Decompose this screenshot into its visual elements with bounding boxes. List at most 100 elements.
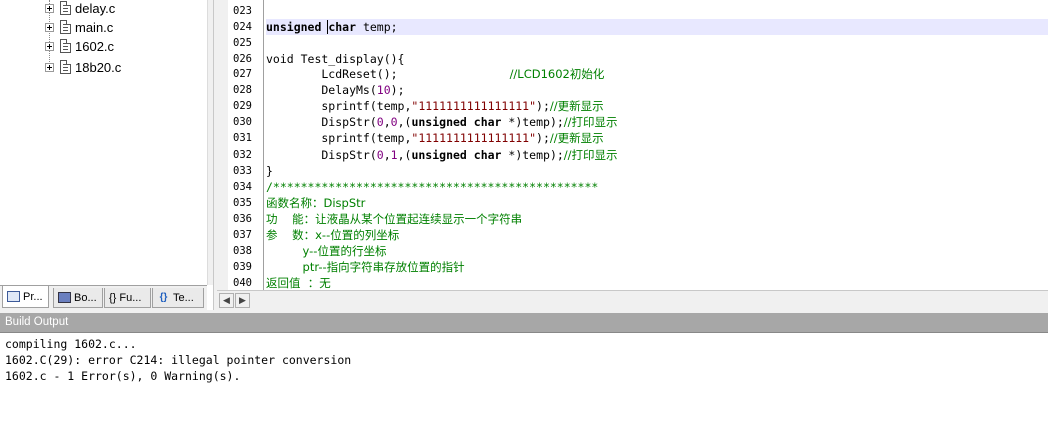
code-line-28: DelayMs(10); [266, 82, 1048, 98]
tab-label: Bo... [74, 291, 97, 304]
code-text: DispStr( [266, 148, 377, 162]
code-text: temp; [356, 20, 398, 34]
tab-label: Pr... [23, 290, 43, 303]
line-number: 024 [233, 21, 252, 33]
expand-plus-icon[interactable] [45, 62, 54, 72]
string-literal: "1111111111111111" [411, 99, 537, 113]
build-output-line: 1602.c - 1 Error(s), 0 Warning(s). [5, 369, 241, 383]
code-text: ); [390, 83, 405, 97]
build-output-line: compiling 1602.c... [5, 337, 137, 351]
code-comment: 参 数：x--位置的列坐标 [266, 228, 400, 242]
code-editor[interactable]: 023 024 025 026 027 028 029 030 031 032 033 034 035 0… [217, 0, 1048, 290]
number-literal: 10 [376, 83, 391, 97]
tree-item-label: delay.c [75, 0, 116, 16]
line-number: 038 [233, 245, 252, 257]
line-number: 037 [233, 229, 252, 241]
tab-books[interactable]: Bo... [53, 288, 103, 308]
code-text: DispStr( [266, 115, 377, 129]
line-number: 023 [233, 5, 252, 17]
code-comment: /***************************************… [266, 180, 599, 194]
code-line-33: } [266, 163, 1048, 179]
tab-label: {} Fu... [109, 291, 142, 304]
code-area[interactable]: unsigned char temp; void Test_display(){… [266, 0, 1048, 290]
code-comment: //LCD1602初始化 [509, 67, 605, 81]
number-literal: 0 [376, 148, 384, 162]
code-line-31: sprintf(temp,"1111111111111111");//更新显示 [266, 130, 1048, 146]
number-literal: 0 [390, 115, 398, 129]
code-text: void Test_display(){ [266, 52, 405, 66]
code-comment: ptr--指向字符串存放位置的指针 [266, 260, 465, 274]
string-literal: "1111111111111111" [411, 131, 537, 145]
line-number: 025 [233, 37, 252, 49]
line-number: 029 [233, 100, 252, 112]
tree-item-18b20-c[interactable]: 18b20.c [45, 59, 121, 75]
code-comment: 返回值 ：无 [266, 276, 331, 290]
c-file-icon [60, 1, 71, 15]
line-number: 039 [233, 261, 252, 273]
code-line-24: unsigned char temp; [266, 19, 1048, 36]
code-text: sprintf(temp, [266, 131, 412, 145]
expand-plus-icon[interactable] [45, 22, 54, 32]
line-number: 040 [233, 277, 252, 289]
code-line-39: ptr--指向字符串存放位置的指针 [266, 259, 1048, 275]
code-line-30: DispStr(0,0,(unsigned char *)temp);//打印显… [266, 115, 618, 129]
line-number: 027 [233, 68, 252, 80]
editor-horizontal-scrollbar[interactable]: ◀ ▶ [217, 290, 1048, 310]
line-number: 028 [233, 84, 252, 96]
expand-plus-icon[interactable] [45, 41, 54, 51]
project-window: delay.c main.c 1602.c 18b20.c Pr... Bo..… [0, 0, 213, 310]
number-literal: 1 [390, 148, 398, 162]
tree-item-main-c[interactable]: main.c [45, 19, 113, 35]
tab-functions[interactable]: {} Fu... [104, 288, 151, 308]
code-comment: //更新显示 [549, 99, 604, 113]
scroll-left-icon[interactable]: ◀ [219, 293, 234, 308]
code-text: ); [536, 131, 550, 145]
tab-templates[interactable]: {} Te... [152, 288, 204, 308]
project-window-tabs: Pr... Bo... {} Fu... {} Te... [0, 285, 207, 310]
code-comment: 功 能：让液晶从某个位置起连续显示一个字符串 [266, 212, 523, 226]
code-line-32: DispStr(0,1,(unsigned char *)temp);//打印显… [266, 148, 618, 162]
tree-item-delay-c[interactable]: delay.c [45, 0, 115, 16]
code-line-37: 参 数：x--位置的列坐标 [266, 227, 1048, 243]
build-output-title: Build Output [0, 313, 1048, 332]
code-text: *)temp); [501, 148, 564, 162]
project-icon [7, 291, 20, 302]
code-line-35: 函数名称：DispStr [266, 195, 1048, 211]
keyword: unsigned [411, 148, 467, 162]
tree-item-label: main.c [75, 19, 114, 35]
keyword: char [473, 148, 502, 162]
tree-item-label: 18b20.c [75, 59, 122, 75]
code-comment: 函数名称：DispStr [266, 196, 366, 210]
code-comment: //打印显示 [563, 148, 618, 162]
tree-item-1602-c[interactable]: 1602.c [45, 38, 114, 54]
line-number: 026 [233, 53, 252, 65]
code-line-26: void Test_display(){ [266, 51, 1048, 67]
code-text: *)temp); [501, 115, 564, 129]
line-number: 033 [233, 165, 252, 177]
build-output-panel[interactable]: compiling 1602.c... 1602.C(29): error C2… [0, 332, 1048, 435]
scroll-right-icon[interactable]: ▶ [235, 293, 250, 308]
tab-project[interactable]: Pr... [2, 286, 49, 308]
code-text: sprintf(temp, [266, 99, 412, 113]
tree-item-label: 1602.c [75, 38, 115, 54]
project-tree: delay.c main.c 1602.c 18b20.c [0, 0, 207, 285]
number-literal: 0 [376, 115, 384, 129]
line-number: 034 [233, 181, 252, 193]
code-line-40: 返回值 ：无 [266, 275, 1048, 290]
code-line-34: /***************************************… [266, 179, 1048, 195]
line-number: 032 [233, 149, 252, 161]
c-file-icon [60, 39, 71, 53]
books-icon [58, 292, 71, 303]
code-text: LcdReset(); [266, 67, 398, 81]
tab-label: Te... [173, 291, 194, 304]
keyword: unsigned [266, 20, 322, 34]
line-number: 035 [233, 197, 252, 209]
code-line-36: 功 能：让液晶从某个位置起连续显示一个字符串 [266, 211, 1048, 227]
code-text: } [266, 164, 273, 178]
expand-plus-icon[interactable] [45, 3, 54, 13]
bookmark-margin[interactable] [217, 0, 228, 290]
templates-icon: {} [159, 292, 168, 303]
keyword: char [328, 20, 357, 34]
code-comment: //更新显示 [549, 131, 604, 145]
